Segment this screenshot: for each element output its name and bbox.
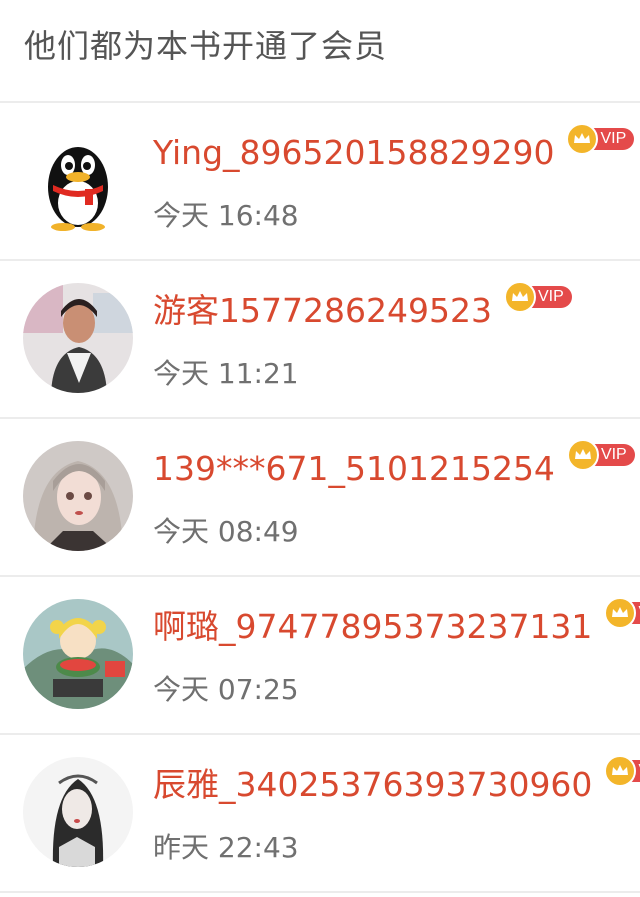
list-item[interactable]: 139***671_5101215254 VIP 今天 08:49 (0, 419, 640, 577)
avatar[interactable] (23, 599, 133, 709)
page-title: 他们都为本书开通了会员 (24, 26, 388, 65)
member-name: 啊璐_974778953732371​31 (153, 607, 593, 646)
member-name: 辰雅_34025376393730960 (153, 765, 593, 804)
sketch-girl-icon (23, 757, 133, 867)
crown-icon (604, 755, 637, 787)
member-name: 游客1577286249523 (153, 291, 492, 330)
section-header: 他们都为本书开通了会员 (0, 0, 640, 103)
member-name: 139***671_5101215254 (153, 449, 555, 488)
list-item[interactable]: Ying_896520158829290 VIP 今天 16:48 (0, 103, 640, 261)
woman-photo-icon (23, 283, 133, 393)
list-item[interactable]: 啊璐_974778953732371​31 VIP 今天 07:25 (0, 577, 640, 735)
qq-penguin-icon (23, 125, 133, 235)
timestamp: 今天 11:21 (153, 357, 299, 390)
avatar[interactable] (23, 441, 133, 551)
list-item[interactable]: 辰雅_34025376393730960 VIP 昨天 22:43 (0, 735, 640, 893)
list-item[interactable]: 游客1577286249523 VIP 今天 11:21 (0, 261, 640, 419)
anime-girl-icon (23, 441, 133, 551)
crown-icon (566, 439, 599, 471)
cartoon-girl-icon (23, 599, 133, 709)
crown-icon (566, 123, 599, 155)
crown-icon (503, 281, 536, 313)
member-name: Ying_896520158829290 (153, 133, 555, 172)
avatar[interactable] (23, 283, 133, 393)
avatar[interactable] (23, 125, 133, 235)
timestamp: 昨天 22:43 (153, 831, 299, 864)
timestamp: 今天 08:49 (153, 515, 299, 548)
timestamp: 今天 16:48 (153, 199, 299, 232)
avatar[interactable] (23, 757, 133, 867)
timestamp: 今天 07:25 (153, 673, 299, 706)
crown-icon (604, 597, 637, 629)
member-list-page: 他们都为本书开通了会员 Ying_896520158829290 VIP 今天 … (0, 0, 640, 897)
